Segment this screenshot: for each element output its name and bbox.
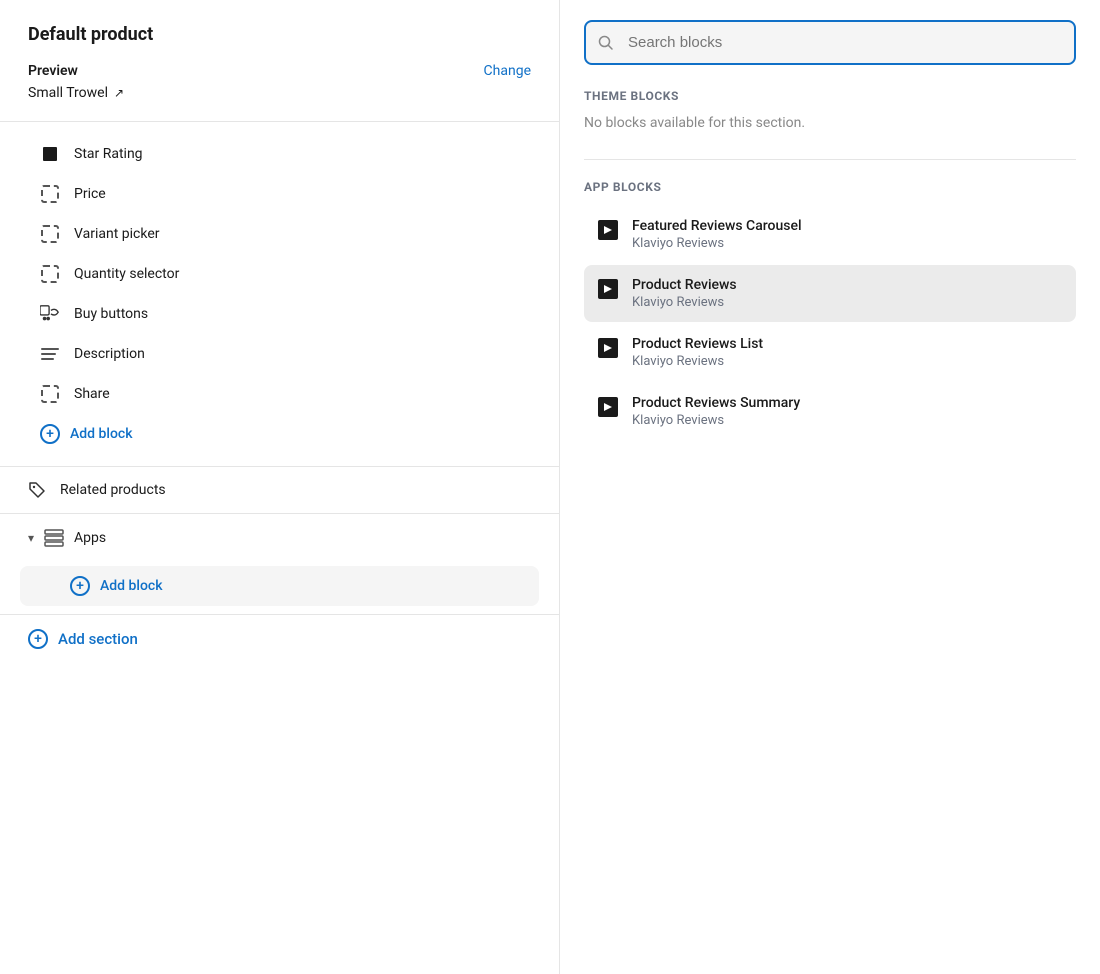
circle-plus-section-icon	[28, 629, 48, 649]
app-block-sub-reviews: Klaviyo Reviews	[632, 295, 1062, 310]
preview-row: Preview Change	[28, 63, 531, 79]
description-icon	[40, 344, 60, 364]
price-icon	[40, 184, 60, 204]
search-input[interactable]	[584, 20, 1076, 65]
preview-value: Small Trowel ↗	[28, 85, 531, 101]
app-block-icon-featured	[598, 220, 618, 240]
external-link-icon: ↗	[114, 86, 124, 100]
right-panel: THEME BLOCKS No blocks available for thi…	[560, 0, 1100, 974]
block-item-share[interactable]: Share	[0, 374, 559, 414]
block-item-buy-buttons[interactable]: Buy buttons	[0, 294, 559, 334]
block-item-description[interactable]: Description	[0, 334, 559, 374]
circle-plus-icon	[40, 424, 60, 444]
app-block-reviews-summary[interactable]: Product Reviews Summary Klaviyo Reviews	[584, 383, 1076, 440]
circle-plus-apps-icon	[70, 576, 90, 596]
app-block-sub-reviews-summary: Klaviyo Reviews	[632, 413, 1062, 428]
block-item-star-rating[interactable]: Star Rating	[0, 134, 559, 174]
left-panel: Default product Preview Change Small Tro…	[0, 0, 560, 974]
add-block-apps-button[interactable]: Add block	[20, 566, 539, 606]
app-block-name-featured: Featured Reviews Carousel	[632, 218, 1062, 234]
share-icon	[40, 384, 60, 404]
app-block-featured-reviews[interactable]: Featured Reviews Carousel Klaviyo Review…	[584, 206, 1076, 263]
block-item-variant-picker[interactable]: Variant picker	[0, 214, 559, 254]
block-item-price[interactable]: Price	[0, 174, 559, 214]
default-product-title: Default product	[28, 24, 531, 45]
divider	[584, 159, 1076, 160]
related-products-section: Related products	[0, 466, 559, 513]
apps-section: ▾ Apps Add block	[0, 513, 559, 606]
variant-picker-icon	[40, 224, 60, 244]
app-blocks-heading: APP BLOCKS	[584, 180, 1076, 194]
app-block-sub-reviews-list: Klaviyo Reviews	[632, 354, 1062, 369]
buy-buttons-icon	[40, 304, 60, 324]
quantity-selector-icon	[40, 264, 60, 284]
app-block-name-reviews-summary: Product Reviews Summary	[632, 395, 1062, 411]
app-block-icon-reviews	[598, 279, 618, 299]
block-item-quantity-selector[interactable]: Quantity selector	[0, 254, 559, 294]
search-wrapper	[584, 20, 1076, 65]
block-list: Star Rating Price Variant picker Quantit…	[0, 122, 559, 466]
app-block-reviews-list[interactable]: Product Reviews List Klaviyo Reviews	[584, 324, 1076, 381]
app-block-sub-featured: Klaviyo Reviews	[632, 236, 1062, 251]
preview-label: Preview	[28, 63, 78, 79]
theme-blocks-heading: THEME BLOCKS	[584, 89, 1076, 103]
apps-icon	[44, 528, 64, 548]
app-block-name-reviews: Product Reviews	[632, 277, 1062, 293]
change-link[interactable]: Change	[484, 63, 531, 79]
chevron-down-icon: ▾	[28, 531, 34, 545]
add-block-button[interactable]: Add block	[0, 414, 559, 454]
search-icon	[598, 35, 614, 51]
no-blocks-text: No blocks available for this section.	[584, 115, 1076, 131]
apps-header[interactable]: ▾ Apps	[0, 514, 559, 562]
app-block-icon-reviews-list	[598, 338, 618, 358]
app-block-name-reviews-list: Product Reviews List	[632, 336, 1062, 352]
header-section: Default product Preview Change Small Tro…	[0, 0, 559, 122]
app-block-icon-reviews-summary	[598, 397, 618, 417]
related-products-item[interactable]: Related products	[0, 467, 559, 513]
app-block-product-reviews[interactable]: Product Reviews Klaviyo Reviews	[584, 265, 1076, 322]
tag-icon	[28, 481, 46, 499]
add-section-button[interactable]: Add section	[0, 614, 559, 663]
star-rating-icon	[40, 144, 60, 164]
